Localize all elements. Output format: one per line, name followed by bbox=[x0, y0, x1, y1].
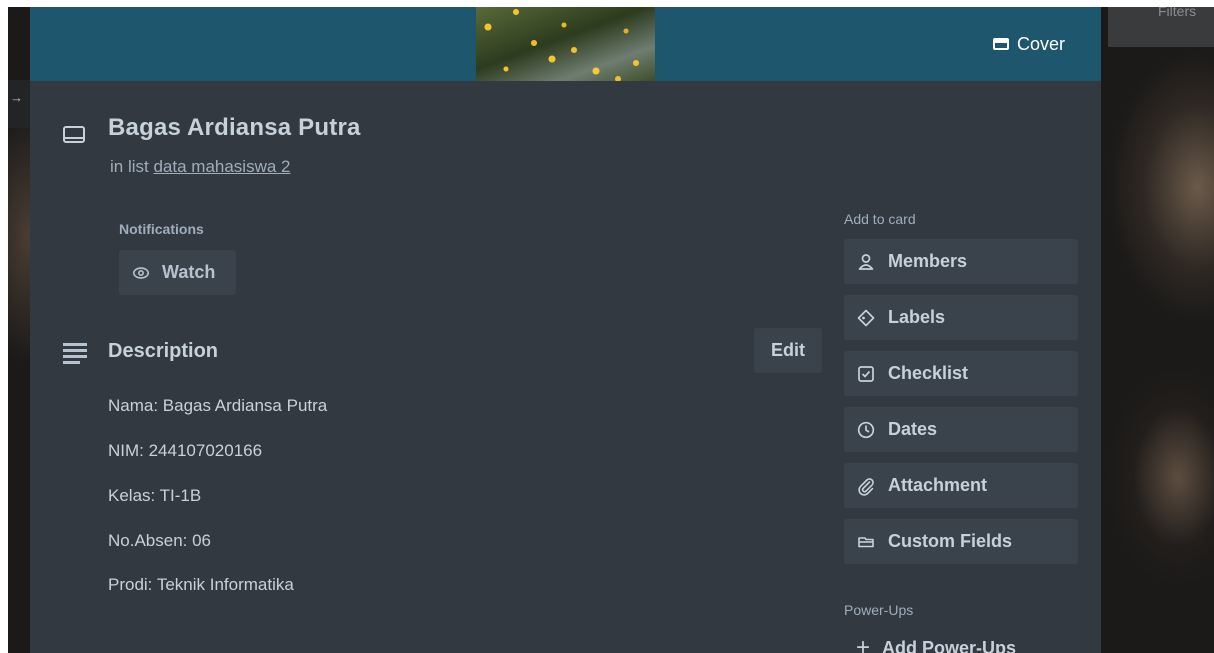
paperclip-icon bbox=[858, 477, 874, 496]
cover-button-label: Cover bbox=[1016, 33, 1065, 54]
members-label: Members bbox=[888, 251, 968, 271]
card-cover: Cover bbox=[30, 7, 1101, 81]
board-filters-label: Filters bbox=[1158, 7, 1197, 19]
notifications-label: Notifications bbox=[119, 221, 204, 237]
attachment-button[interactable]: Attachment bbox=[844, 463, 1078, 508]
dates-button[interactable]: Dates bbox=[844, 407, 1078, 452]
description-icon bbox=[63, 343, 87, 364]
description-line: Nama: Bagas Ardiansa Putra bbox=[108, 396, 328, 415]
checkbox-icon bbox=[858, 365, 874, 382]
custom-fields-button[interactable]: Custom Fields bbox=[844, 519, 1078, 564]
eye-icon bbox=[132, 266, 150, 279]
description-title: Description bbox=[108, 340, 219, 362]
list-name-link[interactable]: data mahasiswa 2 bbox=[153, 157, 290, 176]
description-line: Prodi: Teknik Informatika bbox=[108, 575, 294, 594]
power-ups-label: Power-Ups bbox=[844, 602, 914, 618]
cover-button[interactable]: Cover bbox=[974, 25, 1084, 63]
tag-icon bbox=[857, 309, 875, 326]
clock-icon bbox=[857, 421, 875, 438]
watch-button[interactable]: Watch bbox=[119, 250, 236, 295]
plus-icon: + bbox=[856, 634, 871, 653]
card-icon bbox=[63, 126, 85, 143]
add-power-ups-button[interactable]: + Add Power-Ups bbox=[844, 634, 1078, 653]
edit-description-button[interactable]: Edit bbox=[754, 328, 822, 373]
in-list-text: in list data mahasiswa 2 bbox=[110, 157, 291, 177]
card-title[interactable]: Bagas Ardiansa Putra bbox=[108, 114, 361, 142]
board-filters-button[interactable]: Filters bbox=[1108, 7, 1214, 47]
add-power-ups-label: Add Power-Ups bbox=[882, 638, 1017, 653]
dates-label: Dates bbox=[888, 419, 938, 439]
labels-label: Labels bbox=[888, 307, 946, 327]
board-left-strip: → bbox=[8, 80, 30, 128]
cover-image bbox=[476, 7, 655, 81]
card-detail-modal: Cover Bagas Ardiansa Putra in list data … bbox=[30, 7, 1101, 653]
custom-fields-label: Custom Fields bbox=[888, 531, 1013, 551]
members-button[interactable]: Members bbox=[844, 239, 1078, 284]
attachment-label: Attachment bbox=[888, 475, 988, 495]
checklist-label: Checklist bbox=[888, 363, 969, 383]
description-line: Kelas: TI-1B bbox=[108, 486, 202, 505]
in-list-prefix: in list bbox=[110, 157, 149, 176]
description-line: NIM: 244107020166 bbox=[108, 441, 263, 460]
custom-fields-icon bbox=[858, 536, 874, 547]
labels-button[interactable]: Labels bbox=[844, 295, 1078, 340]
checklist-button[interactable]: Checklist bbox=[844, 351, 1078, 396]
arrow-right-icon: → bbox=[10, 90, 23, 105]
cover-icon bbox=[992, 38, 1009, 50]
watch-label: Watch bbox=[162, 262, 216, 282]
description-line: No.Absen: 06 bbox=[108, 531, 212, 550]
person-icon bbox=[858, 253, 874, 270]
add-to-card-label: Add to card bbox=[844, 211, 916, 227]
